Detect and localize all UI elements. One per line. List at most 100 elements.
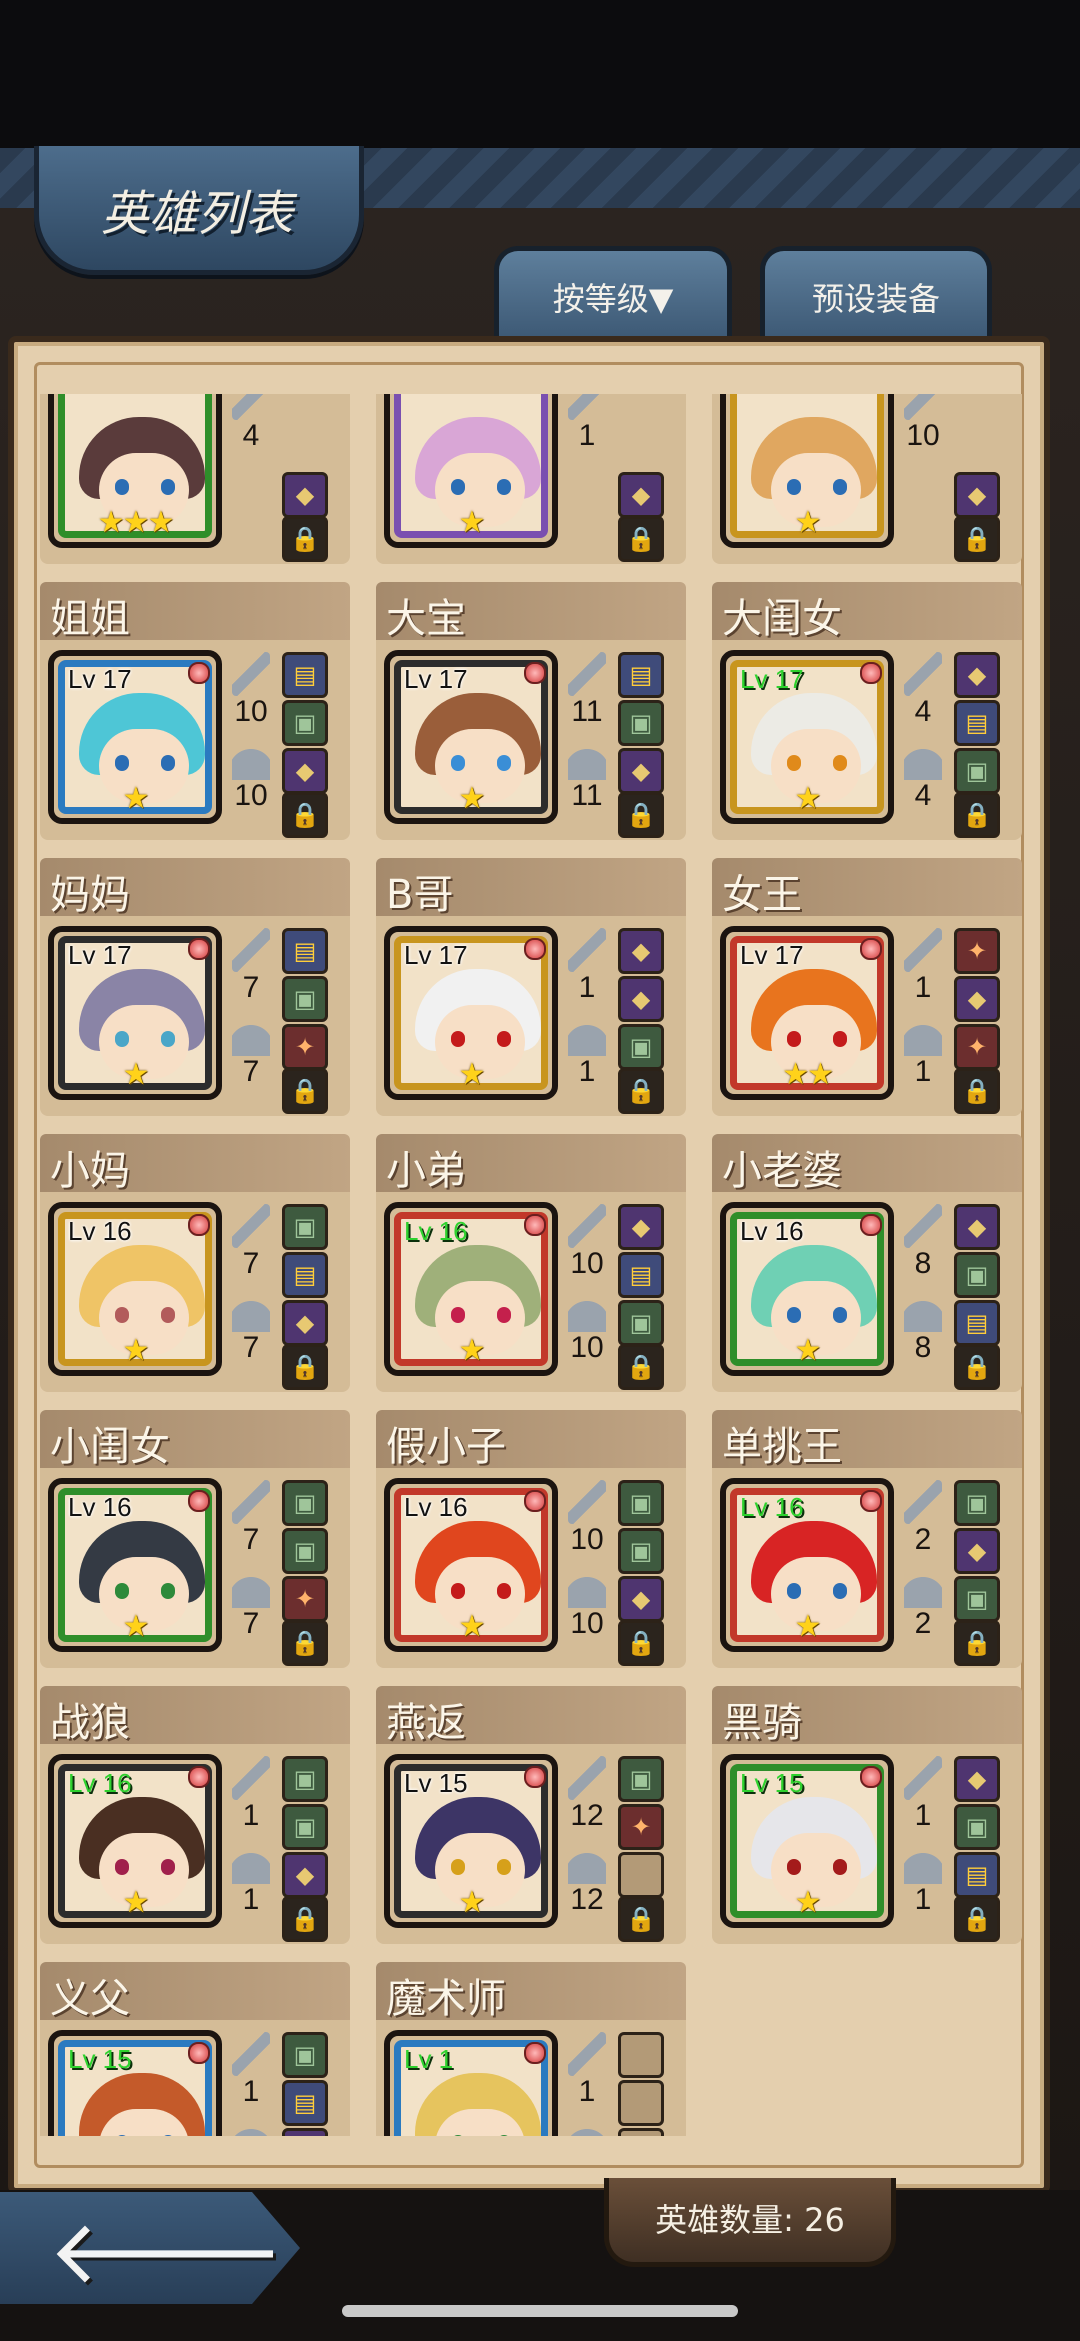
hero-card[interactable]: 义父Lv 15★11▣▤◆🔒	[40, 1962, 350, 2136]
hero-portrait[interactable]: ★	[720, 394, 894, 548]
equipment-slot[interactable]: ◆	[282, 2128, 328, 2136]
equipment-slot[interactable]: ◆	[618, 928, 664, 974]
equipment-slot[interactable]: ▣	[954, 1804, 1000, 1850]
equipment-slot[interactable]: ▣	[954, 1252, 1000, 1298]
equipment-slot[interactable]: ✦	[282, 1576, 328, 1622]
equipment-slot[interactable]: ▣	[618, 700, 664, 746]
hero-card[interactable]: 黑骑 Lv 15 ★ 1 1 ◆ ▣ ▤ 🔒	[712, 1686, 1022, 1944]
sort-by-level-button[interactable]: 按等级▼	[494, 246, 732, 341]
lock-icon[interactable]: 🔒	[282, 1896, 328, 1942]
equipment-slot[interactable]: ◆	[954, 652, 1000, 698]
hero-portrait[interactable]: Lv 15★	[720, 1754, 894, 1928]
equipment-slot[interactable]: ◆	[282, 472, 328, 518]
equipment-slot[interactable]: ▣	[282, 2032, 328, 2078]
equipment-slot[interactable]: ◆	[954, 472, 1000, 518]
equipment-slot[interactable]: ▤	[618, 1252, 664, 1298]
hero-card[interactable]: ★★★ 4 ◆ 🔒	[40, 394, 350, 564]
equipment-slot[interactable]: ▣	[618, 1024, 664, 1070]
hero-portrait[interactable]: Lv 17 ★	[384, 650, 558, 824]
equipment-slot[interactable]: ◆	[954, 1756, 1000, 1802]
lock-icon[interactable]: 🔒	[954, 1896, 1000, 1942]
hero-card[interactable]: B哥 Lv 17 ★ 1 1 ◆ ◆ ▣ 🔒	[376, 858, 686, 1116]
hero-portrait[interactable]: ★	[384, 394, 558, 548]
home-indicator[interactable]	[342, 2305, 738, 2317]
hero-portrait[interactable]: Lv 16 ★	[48, 1202, 222, 1376]
equipment-slot[interactable]: ◆	[618, 472, 664, 518]
equipment-slot[interactable]: ✦	[954, 928, 1000, 974]
hero-portrait[interactable]: Lv 16 ★	[720, 1478, 894, 1652]
lock-icon[interactable]: 🔒	[618, 516, 664, 562]
hero-card[interactable]: 姐姐 Lv 17 ★ 10 10 ▤ ▣ ◆ 🔒	[40, 582, 350, 840]
equipment-slot[interactable]: ▣	[282, 1756, 328, 1802]
lock-icon[interactable]: 🔒	[282, 1344, 328, 1390]
hero-portrait[interactable]: Lv 17 ★	[720, 650, 894, 824]
equipment-slot[interactable]: ▤	[618, 652, 664, 698]
lock-icon[interactable]: 🔒	[618, 1068, 664, 1114]
hero-card[interactable]: 小弟 Lv 16 ★ 10 10 ◆ ▤ ▣ 🔒	[376, 1134, 686, 1392]
equipment-slot[interactable]: ▣	[618, 1528, 664, 1574]
equipment-slot[interactable]: ◆	[954, 976, 1000, 1022]
back-button[interactable]: 🡐	[0, 2192, 300, 2304]
equipment-slot[interactable]: ▤	[282, 1252, 328, 1298]
equipment-slot[interactable]: ✦	[954, 1024, 1000, 1070]
equipment-slot[interactable]: ▣	[954, 748, 1000, 794]
lock-icon[interactable]: 🔒	[618, 1344, 664, 1390]
equipment-slot[interactable]: ▤	[954, 1300, 1000, 1346]
hero-portrait[interactable]: Lv 17 ★	[384, 926, 558, 1100]
lock-icon[interactable]: 🔒	[282, 1620, 328, 1666]
hero-portrait[interactable]: Lv 16 ★	[720, 1202, 894, 1376]
lock-icon[interactable]: 🔒	[954, 516, 1000, 562]
hero-portrait[interactable]: Lv 16 ★	[384, 1202, 558, 1376]
equipment-slot[interactable]: ▣	[282, 1804, 328, 1850]
hero-card[interactable]: ★ 10 ◆ 🔒	[712, 394, 1022, 564]
hero-portrait[interactable]: ★★★	[48, 394, 222, 548]
hero-card[interactable]: 小闺女 Lv 16 ★ 7 7 ▣ ▣ ✦ 🔒	[40, 1410, 350, 1668]
lock-icon[interactable]: 🔒	[954, 792, 1000, 838]
equipment-slot[interactable]: ▣	[618, 1300, 664, 1346]
hero-card[interactable]: 女王 Lv 17 ★★ 1 1 ✦ ◆ ✦ 🔒	[712, 858, 1022, 1116]
lock-icon[interactable]: 🔒	[282, 516, 328, 562]
hero-card[interactable]: 小老婆 Lv 16 ★ 8 8 ◆ ▣ ▤ 🔒	[712, 1134, 1022, 1392]
hero-card[interactable]: 单挑王 Lv 16 ★ 2 2 ▣ ◆ ▣ 🔒	[712, 1410, 1022, 1668]
equipment-slot[interactable]	[618, 2080, 664, 2126]
hero-card[interactable]: 小妈 Lv 16 ★ 7 7 ▣ ▤ ◆ 🔒	[40, 1134, 350, 1392]
equipment-slot[interactable]: ▣	[282, 1480, 328, 1526]
equipment-slot[interactable]: ◆	[282, 1300, 328, 1346]
equipment-slot[interactable]: ✦	[618, 1804, 664, 1850]
equipment-slot[interactable]	[618, 2032, 664, 2078]
hero-card[interactable]: ★ 1 ◆ 🔒	[376, 394, 686, 564]
hero-card[interactable]: 假小子 Lv 16 ★ 10 10 ▣ ▣ ◆ 🔒	[376, 1410, 686, 1668]
hero-portrait[interactable]: Lv 16 ★	[48, 1754, 222, 1928]
equipment-slot[interactable]	[618, 1852, 664, 1898]
equipment-slot[interactable]: ◆	[618, 976, 664, 1022]
hero-card[interactable]: 大闺女 Lv 17 ★ 4 4 ◆ ▤ ▣ 🔒	[712, 582, 1022, 840]
lock-icon[interactable]: 🔒	[282, 1068, 328, 1114]
equipment-slot[interactable]: ▣	[618, 1480, 664, 1526]
hero-portrait[interactable]: Lv 1★	[384, 2030, 558, 2136]
equipment-slot[interactable]: ✦	[282, 1024, 328, 1070]
equipment-slot[interactable]: ◆	[954, 1204, 1000, 1250]
lock-icon[interactable]: 🔒	[282, 792, 328, 838]
equipment-slot[interactable]: ◆	[282, 1852, 328, 1898]
equipment-slot[interactable]: ▣	[282, 1528, 328, 1574]
equipment-slot[interactable]	[618, 2128, 664, 2136]
hero-card[interactable]: 战狼 Lv 16 ★ 1 1 ▣ ▣ ◆ 🔒	[40, 1686, 350, 1944]
hero-portrait[interactable]: Lv 16 ★	[384, 1478, 558, 1652]
preset-equipment-button[interactable]: 预设装备	[760, 246, 992, 341]
hero-portrait[interactable]: Lv 17 ★	[48, 926, 222, 1100]
equipment-slot[interactable]: ▤	[282, 928, 328, 974]
hero-portrait[interactable]: Lv 15★	[48, 2030, 222, 2136]
hero-portrait[interactable]: Lv 17 ★★	[720, 926, 894, 1100]
lock-icon[interactable]: 🔒	[954, 1068, 1000, 1114]
hero-portrait[interactable]: Lv 16 ★	[48, 1478, 222, 1652]
equipment-slot[interactable]: ▣	[618, 1756, 664, 1802]
equipment-slot[interactable]: ◆	[282, 748, 328, 794]
hero-grid[interactable]: ★★★ 4 ◆ 🔒 ★ 1 ◆ 🔒 ★ 10 ◆ 🔒 姐姐 Lv 17 ★ 10 10 ▤ ▣ ◆ 🔒 大宝 Lv 17 ★ 1…	[26, 394, 1034, 2136]
equipment-slot[interactable]: ▣	[282, 976, 328, 1022]
lock-icon[interactable]: 🔒	[618, 1896, 664, 1942]
equipment-slot[interactable]: ◆	[618, 1204, 664, 1250]
hero-portrait[interactable]: Lv 15★	[384, 1754, 558, 1928]
equipment-slot[interactable]: ▤	[954, 1852, 1000, 1898]
equipment-slot[interactable]: ▣	[282, 700, 328, 746]
hero-card[interactable]: 魔术师Lv 1★11🔒	[376, 1962, 686, 2136]
